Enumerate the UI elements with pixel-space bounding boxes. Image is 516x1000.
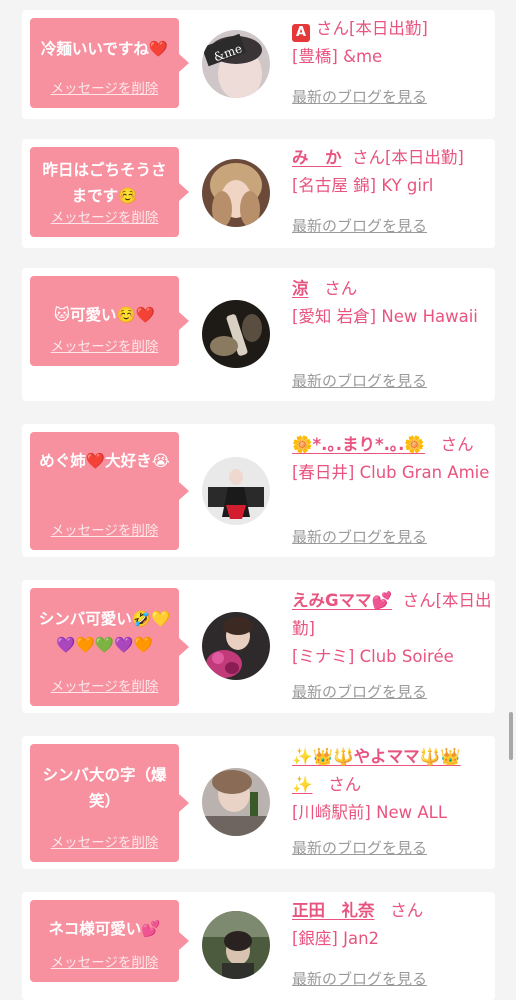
- message-card: 冷麺いいですね❤️ メッセージを削除 &me A さん[本日出勤] [豊橋] &m…: [22, 10, 495, 119]
- delete-message-link[interactable]: メッセージを削除: [30, 951, 179, 971]
- message-text: ネコ様可愛い💕: [48, 920, 161, 938]
- message-card: ネコ様可愛い💕 メッセージを削除 正田 礼奈 さん [銀座] Jan2 最新のブ…: [22, 892, 495, 1000]
- message-text: めぐ姉❤️大好き😭: [39, 452, 170, 470]
- avatar-photo: [202, 300, 270, 368]
- message-bubble: シンバ可愛い🤣💛💜🧡💚💜🧡 メッセージを削除: [30, 588, 189, 706]
- message-bubble: 昨日はごちそうさまです☺️ メッセージを削除: [30, 147, 189, 237]
- message-bubble: ネコ様可愛い💕 メッセージを削除: [30, 900, 189, 982]
- shop-info: 涼 さん [愛知 岩倉] New Hawaii: [292, 275, 492, 331]
- message-card: 🐱可愛い☺️❤️ メッセージを削除 涼 さん [愛知 岩倉] New Hawai…: [22, 268, 495, 401]
- cast-name-link[interactable]: み か: [292, 148, 342, 167]
- avatar-photo: [202, 612, 270, 680]
- avatar-photo: [202, 911, 270, 979]
- avatar[interactable]: [202, 911, 270, 979]
- shop-info: 🌼*.｡.まり*.｡.🌼 さん [春日井] Club Gran Amie: [292, 431, 492, 487]
- cast-name-link[interactable]: 涼: [292, 279, 309, 298]
- avatar-photo: [202, 768, 270, 836]
- cast-name-link[interactable]: ✨👑🔱やよママ🔱👑✨: [292, 747, 461, 794]
- a-button-icon: A: [292, 24, 310, 42]
- shop-info: A さん[本日出勤] [豊橋] &me: [292, 15, 492, 71]
- honorific: さん: [390, 901, 424, 920]
- latest-blog-link[interactable]: 最新のブログを見る: [292, 86, 427, 107]
- delete-message-link[interactable]: メッセージを削除: [30, 335, 179, 355]
- shop-info: 正田 礼奈 さん [銀座] Jan2: [292, 897, 492, 953]
- delete-message-link[interactable]: メッセージを削除: [30, 519, 179, 539]
- latest-blog-link[interactable]: 最新のブログを見る: [292, 370, 427, 391]
- avatar-photo: [202, 159, 270, 227]
- avatar[interactable]: [202, 612, 270, 680]
- latest-blog-link[interactable]: 最新のブログを見る: [292, 526, 427, 547]
- cast-name-link[interactable]: 正田 礼奈: [292, 901, 375, 920]
- avatar[interactable]: [202, 457, 270, 525]
- message-bubble: シンバ大の字（爆笑） メッセージを削除: [30, 744, 189, 862]
- cast-name-link[interactable]: えみGママ💕: [292, 591, 392, 610]
- message-bubble: 🐱可愛い☺️❤️ メッセージを削除: [30, 276, 189, 366]
- message-text: 🐱可愛い☺️❤️: [53, 306, 156, 324]
- shop-location: [ミナミ] Club Soirée: [292, 647, 454, 666]
- honorific: さん[本日出勤]: [316, 19, 428, 38]
- message-bubble: めぐ姉❤️大好き😭 メッセージを削除: [30, 432, 189, 550]
- delete-message-link[interactable]: メッセージを削除: [30, 675, 179, 695]
- message-bubble: 冷麺いいですね❤️ メッセージを削除: [30, 18, 189, 108]
- avatar-photo: &me: [202, 30, 270, 98]
- shop-location: [名古屋 錦] KY girl: [292, 176, 434, 195]
- latest-blog-link[interactable]: 最新のブログを見る: [292, 837, 427, 858]
- latest-blog-link[interactable]: 最新のブログを見る: [292, 681, 427, 702]
- message-text: 冷麺いいですね❤️: [40, 40, 169, 58]
- message-text: 昨日はごちそうさまです☺️: [42, 161, 167, 205]
- shop-info: み か さん[本日出勤] [名古屋 錦] KY girl: [292, 144, 492, 200]
- scrollbar[interactable]: [509, 712, 513, 760]
- honorific: さん[本日出勤]: [352, 148, 464, 167]
- honorific: さん: [440, 435, 474, 454]
- message-card: 昨日はごちそうさまです☺️ メッセージを削除 み か さん[本日出勤] [名古屋…: [22, 139, 495, 248]
- shop-location: [春日井] Club Gran Amie: [292, 463, 490, 482]
- avatar[interactable]: &me: [202, 30, 270, 98]
- latest-blog-link[interactable]: 最新のブログを見る: [292, 215, 427, 236]
- message-card: めぐ姉❤️大好き😭 メッセージを削除 🌼*.｡.まり*.｡.🌼 さん [春日井]…: [22, 424, 495, 557]
- shop-location: [豊橋] &me: [292, 47, 383, 66]
- delete-message-link[interactable]: メッセージを削除: [30, 831, 179, 851]
- message-card: シンバ可愛い🤣💛💜🧡💚💜🧡 メッセージを削除 えみGママ💕 さん[本日出勤] […: [22, 580, 495, 713]
- shop-info: ✨👑🔱やよママ🔱👑✨ さん [川崎駅前] New ALL: [292, 743, 492, 827]
- cast-name-link[interactable]: 🌼*.｡.まり*.｡.🌼: [292, 435, 425, 454]
- message-text: シンバ大の字（爆笑）: [42, 766, 167, 810]
- shop-location: [銀座] Jan2: [292, 929, 380, 948]
- delete-message-link[interactable]: メッセージを削除: [30, 77, 179, 97]
- honorific: さん: [328, 775, 362, 794]
- message-text: シンバ可愛い🤣💛💜🧡💚💜🧡: [38, 610, 171, 654]
- message-card: シンバ大の字（爆笑） メッセージを削除 ✨👑🔱やよママ🔱👑✨ さん [川崎駅前]…: [22, 736, 495, 869]
- shop-location: [愛知 岩倉] New Hawaii: [292, 307, 478, 326]
- shop-info: えみGママ💕 さん[本日出勤] [ミナミ] Club Soirée: [292, 587, 492, 671]
- honorific: さん: [324, 279, 358, 298]
- avatar-photo: [202, 457, 270, 525]
- latest-blog-link[interactable]: 最新のブログを見る: [292, 968, 427, 989]
- delete-message-link[interactable]: メッセージを削除: [30, 206, 179, 226]
- shop-location: [川崎駅前] New ALL: [292, 803, 448, 822]
- avatar[interactable]: [202, 300, 270, 368]
- avatar[interactable]: [202, 768, 270, 836]
- avatar[interactable]: [202, 159, 270, 227]
